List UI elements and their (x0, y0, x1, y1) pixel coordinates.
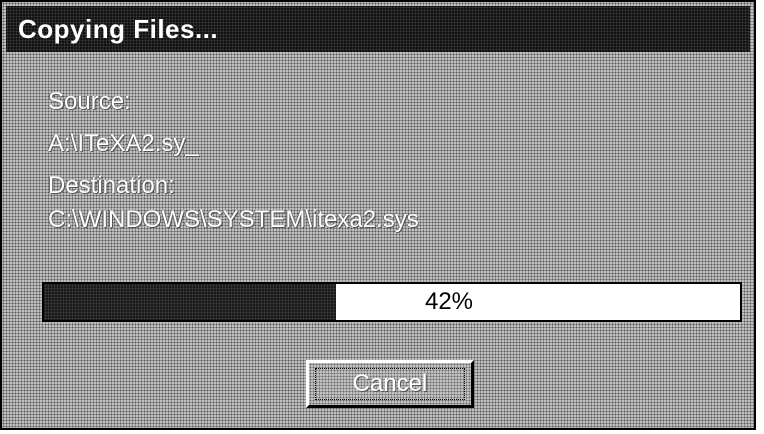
source-label: Source: (48, 88, 131, 115)
destination-label: Destination: (48, 172, 175, 199)
cancel-button[interactable]: Cancel (306, 360, 474, 408)
progress-percent: 42% (424, 288, 474, 315)
source-path: A:\ITeXA2.sy_ (48, 130, 199, 157)
window-title: Copying Files... (18, 14, 219, 44)
progress-bar-fill (44, 284, 337, 320)
cancel-button-label: Cancel (352, 370, 428, 397)
destination-path: C:\WINDOWS\SYSTEM\itexa2.sys (48, 206, 419, 233)
progress-bar: 42% (42, 282, 742, 322)
title-bar[interactable]: Copying Files... (6, 6, 750, 52)
copying-files-dialog: Copying Files... Source: A:\ITeXA2.sy_ D… (0, 0, 756, 430)
